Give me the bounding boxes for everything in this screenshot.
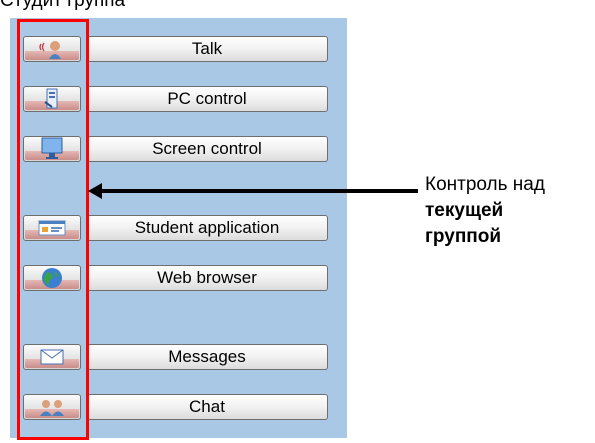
screen-control-icon: [41, 137, 63, 159]
screen-control-button[interactable]: Screen control: [86, 136, 328, 162]
pc-control-button[interactable]: PC control: [86, 86, 328, 112]
messages-icon: [40, 349, 64, 365]
student-application-icon: [38, 220, 66, 236]
pointer-arrow-head: [88, 183, 102, 199]
messages-button[interactable]: Messages: [86, 344, 328, 370]
pc-control-icon: [44, 88, 58, 109]
annotation-line-2: текущей: [425, 200, 504, 221]
web-browser-icon: [42, 268, 62, 288]
annotation-line-1: Контроль над: [425, 174, 545, 195]
chat-icon: [40, 400, 64, 416]
annotation-line-3: группой: [425, 226, 502, 247]
annotation-callout: Контроль над текущей группой: [425, 172, 595, 250]
top-caption: Студит группа: [0, 0, 126, 11]
talk-button[interactable]: Talk: [86, 36, 328, 62]
chat-button[interactable]: Chat: [86, 394, 328, 420]
pointer-arrow-line: [100, 189, 418, 193]
web-browser-button[interactable]: Web browser: [86, 265, 328, 291]
student-application-button[interactable]: Student application: [86, 215, 328, 241]
talk-icon: [39, 41, 61, 59]
